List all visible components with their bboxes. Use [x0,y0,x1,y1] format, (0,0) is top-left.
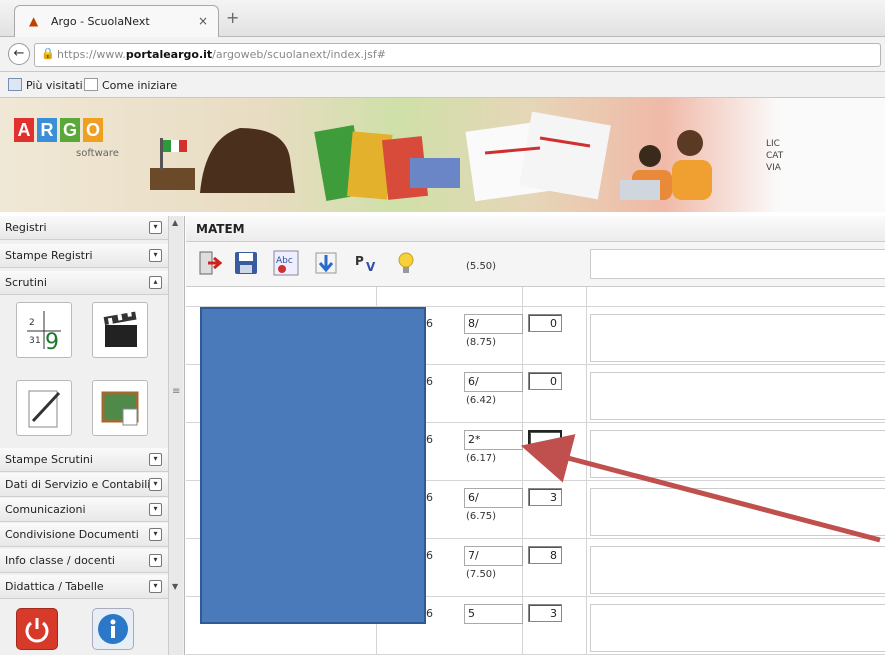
annotation-arrow [520,434,881,543]
